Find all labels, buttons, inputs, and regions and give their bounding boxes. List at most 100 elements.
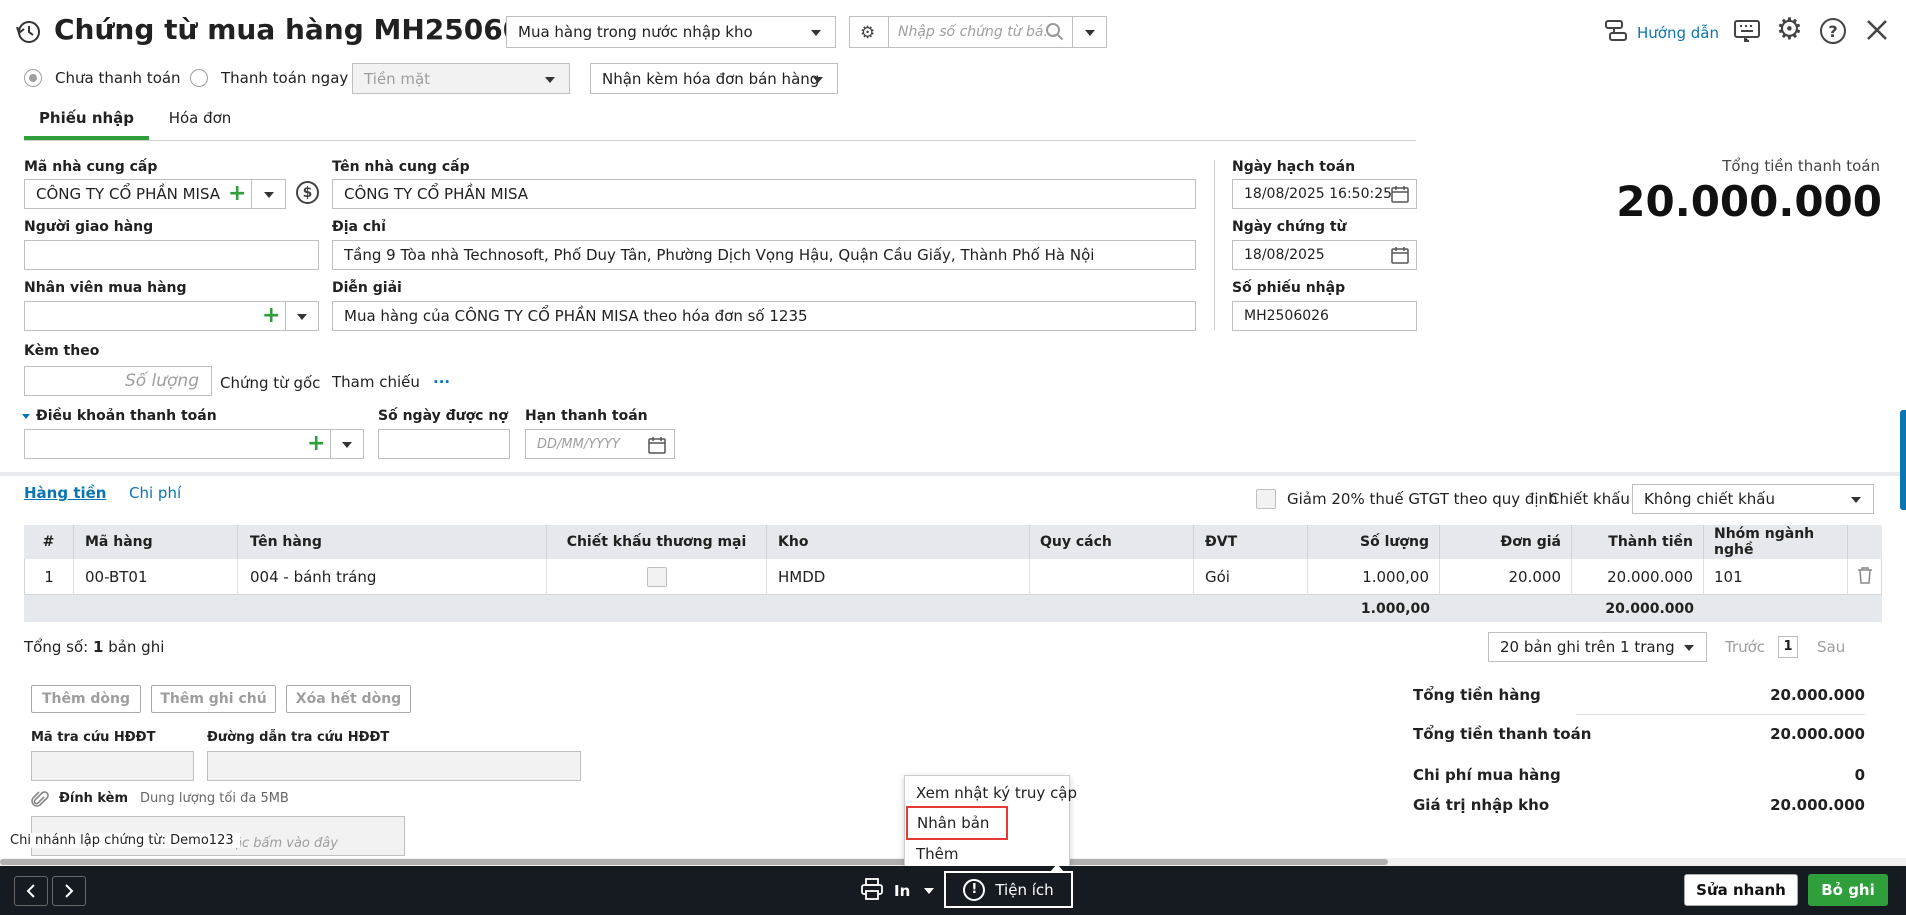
history-icon[interactable] xyxy=(14,18,42,46)
utilities-button[interactable]: ! Tiện ích xyxy=(944,871,1073,908)
tab-hoa-don[interactable]: Hóa đơn xyxy=(155,100,245,140)
tab-phieu-nhap[interactable]: Phiếu nhập xyxy=(24,100,149,140)
search-box[interactable]: ⚙ Nhập số chứng từ bá... xyxy=(849,16,1107,48)
keyboard-icon[interactable] xyxy=(1733,18,1761,48)
side-panel-handle[interactable] xyxy=(1900,410,1906,510)
description-field[interactable]: Mua hàng của CÔNG TY CỔ PHẦN MISA theo h… xyxy=(332,301,1196,331)
col-header-actions xyxy=(1848,525,1882,559)
cell-name[interactable]: 004 - bánh tráng xyxy=(238,559,547,595)
credit-days-field[interactable] xyxy=(378,429,510,459)
reference-more-link[interactable]: ... xyxy=(433,369,450,387)
gear-icon[interactable]: ⚙ xyxy=(1776,15,1803,45)
doc-date-field[interactable]: 18/08/2025 xyxy=(1232,240,1417,270)
cell-industry[interactable]: 101 xyxy=(1704,559,1848,595)
posting-date-field[interactable]: 18/08/2025 16:50:25 xyxy=(1232,179,1417,209)
deliverer-field[interactable] xyxy=(24,240,319,270)
money-icon[interactable]: $ xyxy=(296,181,319,204)
page-number[interactable]: 1 xyxy=(1778,636,1798,658)
cell-unit[interactable]: Gói xyxy=(1194,559,1308,595)
help-link[interactable]: Hướng dẫn xyxy=(1603,18,1719,48)
search-icon[interactable] xyxy=(1045,22,1065,46)
discount-checkbox[interactable] xyxy=(646,567,667,587)
chevron-down-icon[interactable] xyxy=(297,314,307,320)
chevron-down-icon[interactable] xyxy=(1085,30,1095,36)
prev-record-button[interactable] xyxy=(14,876,48,906)
menu-item-add[interactable]: Thêm xyxy=(916,845,959,863)
prev-page-button[interactable]: Trước xyxy=(1725,638,1765,656)
due-date-field[interactable]: DD/MM/YYYY xyxy=(525,429,675,459)
search-input[interactable]: Nhập số chứng từ bá... xyxy=(898,24,1057,40)
discount-select[interactable]: Không chiết khấu xyxy=(1632,484,1874,514)
col-header-warehouse[interactable]: Kho xyxy=(767,525,1030,559)
col-header-discount[interactable]: Chiết khấu thương mại xyxy=(547,525,767,559)
delete-all-rows-button[interactable]: Xóa hết dòng xyxy=(286,685,411,713)
print-button[interactable]: In xyxy=(860,875,935,907)
menu-item-access-log[interactable]: Xem nhật ký truy cập xyxy=(916,784,1077,802)
lookup-url-field[interactable] xyxy=(207,751,581,781)
payment-terms-combo[interactable]: + xyxy=(24,429,364,459)
invoice-option-select[interactable]: Nhận kèm hóa đơn bán hàng xyxy=(590,63,838,94)
quantity-field[interactable]: Số lượng xyxy=(24,366,212,396)
col-header-industry[interactable]: Nhóm ngành nghề xyxy=(1704,525,1848,559)
vat-reduction-checkbox[interactable] xyxy=(1256,489,1276,509)
calendar-icon[interactable] xyxy=(1391,185,1409,207)
help-icon[interactable]: ? xyxy=(1820,18,1846,44)
trash-icon[interactable] xyxy=(1857,566,1873,588)
credit-days-label: Số ngày được nợ xyxy=(378,408,508,424)
add-terms-icon[interactable]: + xyxy=(307,433,325,455)
chevron-down-icon[interactable] xyxy=(924,888,935,894)
next-page-button[interactable]: Sau xyxy=(1817,638,1845,656)
radio-unpaid[interactable] xyxy=(24,69,42,87)
settings-small-icon[interactable]: ⚙ xyxy=(860,23,875,43)
col-header-spec[interactable]: Quy cách xyxy=(1030,525,1194,559)
supplier-name-field[interactable]: CÔNG TY CỔ PHẦN MISA xyxy=(332,179,1196,209)
collapse-caret-icon[interactable] xyxy=(22,413,30,419)
calendar-icon[interactable] xyxy=(1391,246,1409,268)
col-header-name[interactable]: Tên hàng xyxy=(238,525,547,559)
receipt-no-field[interactable]: MH2506026 xyxy=(1232,301,1417,331)
section-band xyxy=(0,472,1906,476)
scrollbar-thumb[interactable] xyxy=(0,859,1388,865)
utilities-pointer xyxy=(1050,864,1064,872)
close-icon[interactable] xyxy=(1864,17,1890,47)
col-header-no[interactable]: # xyxy=(24,525,74,559)
cell-discount[interactable] xyxy=(547,559,767,595)
col-header-amount[interactable]: Thành tiền xyxy=(1572,525,1704,559)
quick-edit-button[interactable]: Sửa nhanh xyxy=(1684,874,1798,906)
cell-actions xyxy=(1848,559,1882,595)
buyer-combo[interactable]: + xyxy=(24,301,319,331)
cell-amount[interactable]: 20.000.000 xyxy=(1572,559,1704,595)
cell-price[interactable]: 20.000 xyxy=(1440,559,1572,595)
total-label: Tổng tiền thanh toán xyxy=(1722,157,1880,175)
address-field[interactable]: Tầng 9 Tòa nhà Technosoft, Phố Duy Tân, … xyxy=(332,240,1196,270)
col-header-code[interactable]: Mã hàng xyxy=(74,525,238,559)
calendar-icon[interactable] xyxy=(648,436,666,458)
cell-warehouse[interactable]: HMDD xyxy=(767,559,1030,595)
cell-code[interactable]: 00-BT01 xyxy=(74,559,238,595)
doc-type-select[interactable]: Mua hàng trong nước nhập kho xyxy=(506,16,836,48)
menu-item-duplicate[interactable]: Nhân bản xyxy=(906,806,1008,840)
radio-pay-now[interactable] xyxy=(190,69,208,87)
col-header-unit[interactable]: ĐVT xyxy=(1194,525,1308,559)
chevron-down-icon[interactable] xyxy=(342,442,352,448)
col-header-qty[interactable]: Số lượng xyxy=(1308,525,1440,559)
chevron-down-icon xyxy=(1851,497,1861,503)
add-row-button[interactable]: Thêm dòng xyxy=(31,685,141,713)
add-supplier-icon[interactable]: + xyxy=(228,183,246,205)
cell-qty[interactable]: 1.000,00 xyxy=(1308,559,1440,595)
add-note-button[interactable]: Thêm ghi chú xyxy=(151,685,276,713)
add-buyer-icon[interactable]: + xyxy=(262,305,280,327)
supplier-code-combo[interactable]: CÔNG TY CỔ PHẦN MISA + xyxy=(24,179,286,209)
discount-value: Không chiết khấu xyxy=(1644,490,1776,508)
page-size-select[interactable]: 20 bản ghi trên 1 trang xyxy=(1488,632,1707,662)
tab-chi-phi[interactable]: Chi phí xyxy=(129,484,181,502)
col-header-price[interactable]: Đơn giá xyxy=(1440,525,1572,559)
utilities-label: Tiện ích xyxy=(995,880,1054,899)
cell-spec[interactable] xyxy=(1030,559,1194,595)
unpost-button[interactable]: Bỏ ghi xyxy=(1808,874,1888,906)
tab-hang-tien[interactable]: Hàng tiền xyxy=(24,484,106,502)
next-record-button[interactable] xyxy=(52,876,86,906)
payment-method-select[interactable]: Tiền mặt xyxy=(352,63,570,94)
lookup-code-field[interactable] xyxy=(31,751,194,781)
chevron-down-icon[interactable] xyxy=(264,192,274,198)
